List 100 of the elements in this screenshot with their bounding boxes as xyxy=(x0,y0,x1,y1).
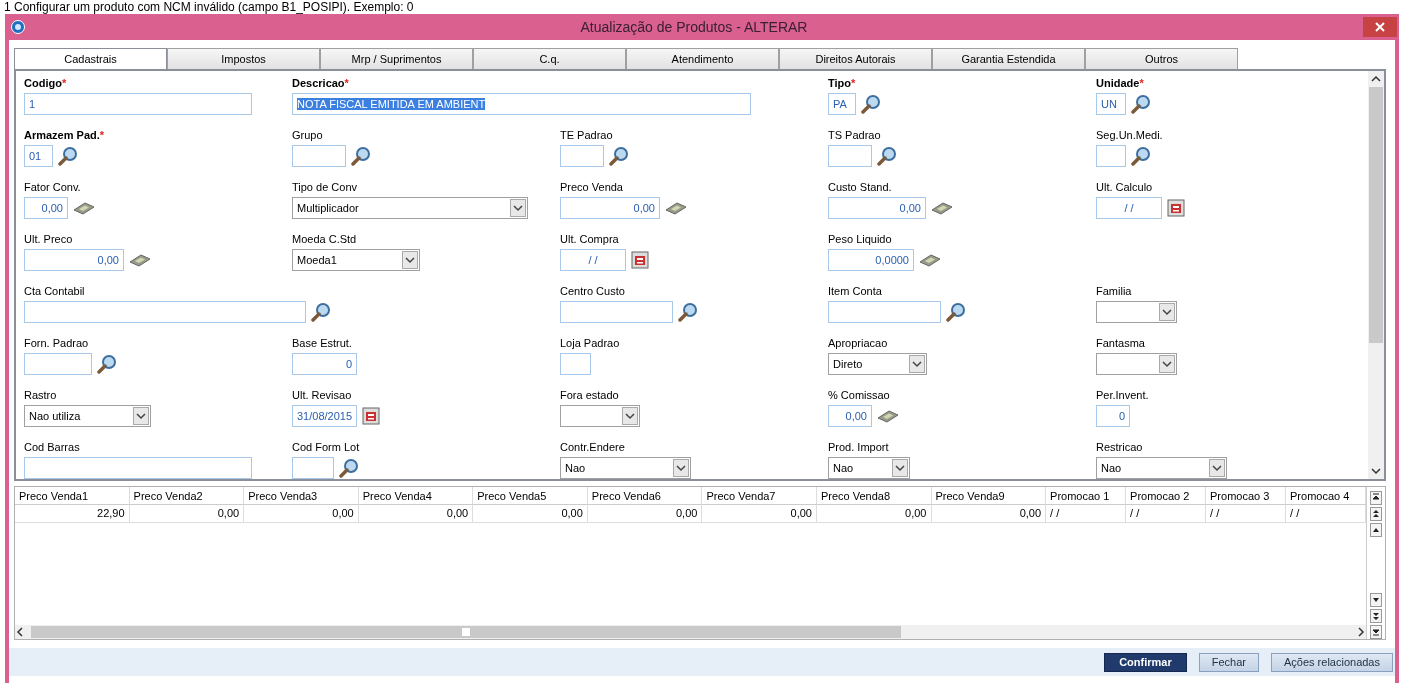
tab[interactable]: Atendimento xyxy=(626,48,779,69)
dropdown[interactable]: Nao xyxy=(828,457,910,479)
field-label: Descricao* xyxy=(292,77,349,90)
page-up-icon[interactable] xyxy=(1370,507,1382,521)
caret-icon xyxy=(133,407,149,425)
page-down-icon[interactable] xyxy=(1370,609,1382,623)
search-icon[interactable] xyxy=(351,146,371,166)
search-icon[interactable] xyxy=(877,146,897,166)
search-icon[interactable] xyxy=(1131,146,1151,166)
input-field[interactable] xyxy=(24,353,92,375)
input-field[interactable]: NOTA FISCAL EMITIDA EM AMBIENT xyxy=(292,93,751,115)
calculator-icon[interactable] xyxy=(931,201,953,215)
field-label: Base Estrut. xyxy=(292,337,352,350)
input-field[interactable]: PA xyxy=(828,93,856,115)
search-icon[interactable] xyxy=(946,302,966,322)
column-header: Preco Venda9 xyxy=(931,487,1047,505)
down-icon[interactable] xyxy=(1370,593,1382,607)
first-record-icon[interactable] xyxy=(1370,491,1382,505)
input-field[interactable] xyxy=(1096,145,1126,167)
dropdown[interactable]: Nao utiliza xyxy=(24,405,151,427)
calculator-icon[interactable] xyxy=(877,409,899,423)
dropdown[interactable]: Nao xyxy=(1096,457,1227,479)
tab[interactable]: Garantia Estendida xyxy=(932,48,1085,69)
input-field[interactable]: 0 xyxy=(292,353,357,375)
search-icon[interactable] xyxy=(339,458,359,478)
dropdown[interactable]: Moeda1 xyxy=(292,249,420,271)
input-field[interactable]: 1 xyxy=(24,93,252,115)
caret-icon xyxy=(673,459,689,477)
column-header: Promocao 4 xyxy=(1286,487,1366,505)
input-field[interactable] xyxy=(24,301,306,323)
tab[interactable]: Cadastrais xyxy=(14,48,167,69)
dropdown[interactable] xyxy=(560,405,640,427)
input-field[interactable]: UN xyxy=(1096,93,1126,115)
search-icon[interactable] xyxy=(97,354,117,374)
input-field[interactable] xyxy=(560,145,604,167)
action-button[interactable]: Fechar xyxy=(1198,652,1259,672)
field-label: Custo Stand. xyxy=(828,181,892,194)
input-field[interactable] xyxy=(292,145,346,167)
tab[interactable]: Impostos xyxy=(167,48,320,69)
input-field[interactable]: 01 xyxy=(24,145,53,167)
input-field[interactable]: 31/08/2015 xyxy=(292,405,357,427)
input-field[interactable]: 0 xyxy=(1096,405,1130,427)
calendar-icon[interactable] xyxy=(1167,199,1185,217)
input-field[interactable]: / / xyxy=(560,249,626,271)
table-cell: / / xyxy=(1126,505,1207,523)
field-label: Ult. Revisao xyxy=(292,389,352,402)
tab[interactable]: Mrp / Suprimentos xyxy=(320,48,473,69)
tab[interactable]: Direitos Autorais xyxy=(779,48,932,69)
dropdown[interactable]: Multiplicador xyxy=(292,197,528,219)
close-button[interactable] xyxy=(1363,17,1397,37)
input-field[interactable] xyxy=(292,457,334,479)
calendar-icon[interactable] xyxy=(362,407,380,425)
search-icon[interactable] xyxy=(58,146,78,166)
field-label: Forn. Padrao xyxy=(24,337,89,350)
scroll-grip-icon xyxy=(462,628,470,636)
table-cell: / / xyxy=(1286,505,1366,523)
tab[interactable]: Outros xyxy=(1085,48,1238,69)
calculator-icon[interactable] xyxy=(73,201,95,215)
column-header: Preco Venda8 xyxy=(816,487,932,505)
field-label: Ult. Compra xyxy=(560,233,619,246)
calculator-icon[interactable] xyxy=(129,253,151,267)
calculator-icon[interactable] xyxy=(665,201,687,215)
field-label: Cod Barras xyxy=(24,441,80,454)
input-field[interactable] xyxy=(24,457,252,479)
scroll-right-icon[interactable] xyxy=(1356,626,1366,638)
action-button[interactable]: Ações relacionadas xyxy=(1271,652,1393,672)
search-icon[interactable] xyxy=(861,94,881,114)
input-field[interactable]: 0,00 xyxy=(24,249,124,271)
input-field[interactable]: 0,00 xyxy=(560,197,660,219)
search-icon[interactable] xyxy=(311,302,331,322)
field-label: Tipo de Conv xyxy=(292,181,358,194)
tab[interactable]: C.q. xyxy=(473,48,626,69)
input-field[interactable] xyxy=(560,353,591,375)
up-icon[interactable] xyxy=(1370,523,1382,537)
input-field[interactable] xyxy=(828,301,941,323)
input-field[interactable]: 0,00 xyxy=(828,405,872,427)
window-title: Atualização de Produtos - ALTERAR xyxy=(579,19,809,35)
calculator-icon[interactable] xyxy=(919,253,941,267)
search-icon[interactable] xyxy=(1131,94,1151,114)
input-field[interactable]: 0,00 xyxy=(828,197,926,219)
input-field[interactable]: 0,00 xyxy=(24,197,68,219)
dropdown[interactable] xyxy=(1096,301,1177,323)
field-label: % Comissao xyxy=(828,389,890,402)
input-field[interactable] xyxy=(560,301,673,323)
calendar-icon[interactable] xyxy=(631,251,649,269)
dropdown[interactable] xyxy=(1096,353,1177,375)
input-field[interactable] xyxy=(828,145,872,167)
input-field[interactable]: 0,0000 xyxy=(828,249,914,271)
dropdown[interactable]: Direto xyxy=(828,353,927,375)
input-field[interactable]: / / xyxy=(1096,197,1162,219)
search-icon[interactable] xyxy=(678,302,698,322)
search-icon[interactable] xyxy=(609,146,629,166)
scroll-left-icon[interactable] xyxy=(15,626,25,638)
table-cell: 0,00 xyxy=(702,505,817,523)
column-header: Preco Venda3 xyxy=(244,487,359,505)
column-header: Promocao 3 xyxy=(1206,487,1286,505)
column-header: Promocao 1 xyxy=(1046,487,1127,505)
last-record-icon[interactable] xyxy=(1370,625,1382,639)
action-button[interactable]: Confirmar xyxy=(1104,652,1187,672)
dropdown[interactable]: Nao xyxy=(560,457,691,479)
